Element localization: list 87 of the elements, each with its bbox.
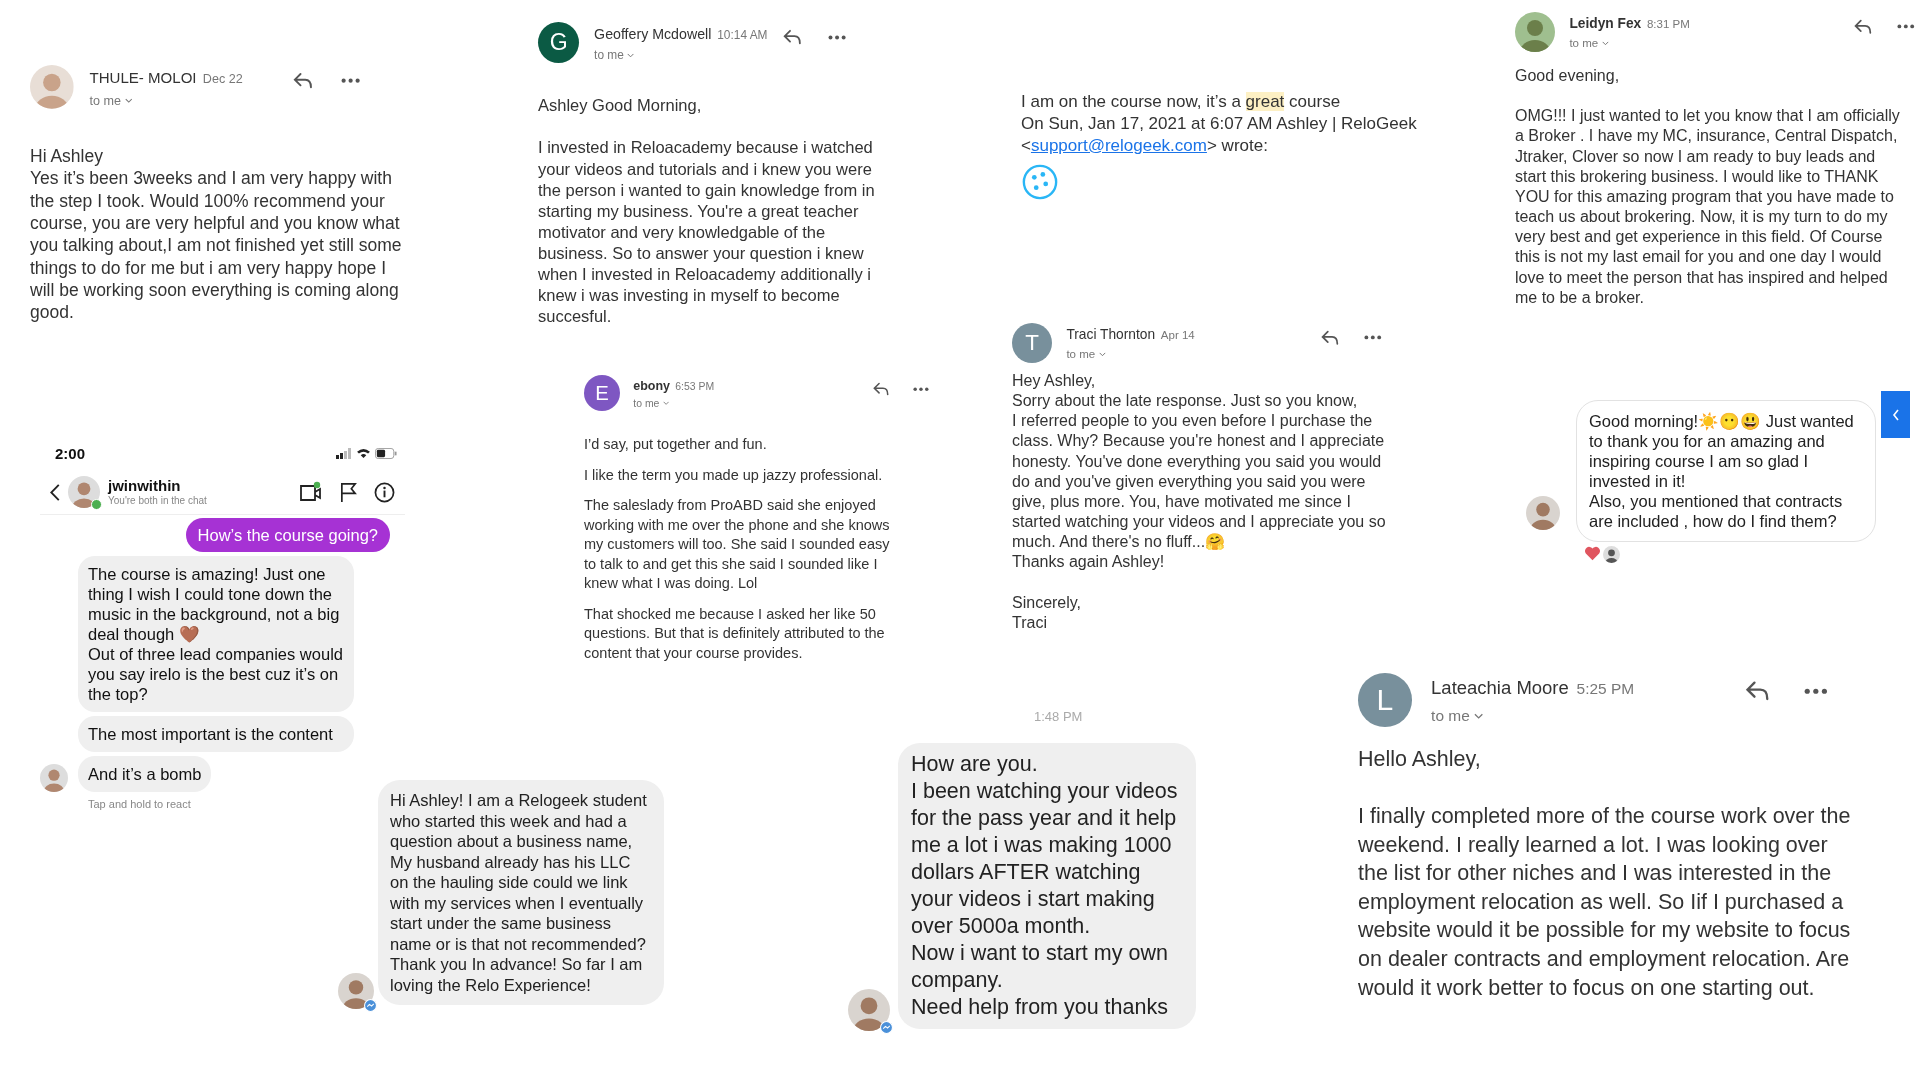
email-time: Apr 14: [1160, 329, 1195, 341]
caret-icon[interactable]: [1601, 40, 1609, 46]
reply-icon[interactable]: [782, 28, 804, 47]
sender-name: ebony: [633, 379, 670, 393]
reply-icon[interactable]: [1852, 18, 1874, 36]
message-bubble: Good morning!☀😶😃 Just wanted to thank you for an amazing and inspiring course I am so glad I invested in it! Also, you mentioned that contracts are included , how do I find them?: [1576, 400, 1876, 542]
email-text: I finally completed more of the course work over the weekend. I really learned a lot. I was looking over the list for other niches and I was interested in the employment relocation as well. So Iif I purchased a website would it be possible for my website to focus on dealer contracts and employment relocation. Are would it work better to focus on one starting out.: [1358, 802, 1852, 1002]
more-icon[interactable]: [1364, 335, 1382, 341]
caret-icon[interactable]: [662, 401, 669, 406]
recipient-label[interactable]: to me: [633, 397, 660, 409]
wifi-icon: [356, 447, 371, 459]
flag-icon[interactable]: [339, 481, 358, 503]
recipient-label[interactable]: to me: [594, 48, 624, 63]
email-text: OMG!!! I just wanted to let you know that I am officially a Broker . I have my MC, insurance, Central Dispatch, Jtraker, Clover so now I am ready to buy leads and start this brokering business. I would like to THANK YOU for this amazing program that you have made to teach us about brokering. Now, it is my turn to do my very best and get experience in this field. Of Course this is not my last email for you and one day I would love to meet the person that has inspired and helped me to be a broker.: [1515, 106, 1900, 308]
message-time: 1:48 PM: [1034, 712, 1084, 721]
email-text: The saleslady from ProABD said she enjoyed working with me over the phone and she knows my customers will too. She said I sounded easy to talk to and get this she said I sounded like I knew what I was doing. Lol: [584, 496, 891, 594]
message-bubble: How’s the course going?: [185, 518, 390, 552]
avatar: L: [1358, 673, 1412, 727]
avatar-icon: [338, 973, 374, 1009]
caret-icon[interactable]: [627, 52, 635, 58]
message-bubble: And it’s a bomb: [78, 756, 212, 792]
email-time: 5:25 PM: [1576, 680, 1635, 697]
email-text: Ashley Good Morning,: [538, 95, 703, 117]
email-text: Hey Ashley, Sorry about the late response. Just so you know, I referred people to you even before I purchase the class. Why? Because you're honest and I appreciate honesty. You've done everything you said you would do and you've given everything you said you were give, plus more. You, have motivated me since I started watching your videos and I appreciate you so much. And there's no fluff...🤗 Thanks again Ashley!: [1012, 371, 1387, 573]
email-text: Hi Ashley Yes it’s been 3weeks and I am very happy with the step I took. Would 100% recommend your course, you are very helpful and you know what you talking about,I am not finished yet still some things to do for me but i am very happy hope I will be working soon everything is coming along good.: [30, 144, 403, 324]
chevron-icon: [1891, 408, 1900, 421]
recipient-label[interactable]: to me: [1569, 37, 1599, 50]
sender-name: Traci Thornton: [1066, 327, 1156, 342]
email-text: I’d say, put together and fun.: [584, 435, 768, 455]
messenger-badge-icon: [880, 1021, 893, 1034]
contact-name[interactable]: jwinwithin: [108, 478, 291, 495]
messenger-badge-icon: [364, 999, 377, 1012]
email-text: Sincerely, Traci: [1012, 592, 1083, 633]
react-hint: Tap and hold to react: [88, 798, 191, 810]
sender-name: Lateachia Moore: [1431, 677, 1569, 698]
recipient-label[interactable]: to me: [1431, 706, 1470, 725]
avatar: G: [538, 22, 580, 64]
more-icon[interactable]: [1897, 24, 1915, 30]
video-call-icon[interactable]: [299, 481, 323, 503]
heart-icon: [1584, 546, 1601, 561]
dots-circle-icon[interactable]: [1021, 163, 1059, 201]
more-icon[interactable]: [340, 78, 360, 84]
avatar-icon: [40, 764, 68, 792]
caret-icon[interactable]: [124, 98, 133, 104]
email-text: That shocked me because I asked her like 50 questions. But that is definitely attributed to the content that your course provides.: [584, 604, 886, 663]
back-icon[interactable]: [50, 483, 60, 501]
email-time: 8:31 PM: [1646, 18, 1690, 30]
reply-icon[interactable]: [1319, 329, 1341, 347]
status-time: 2:00: [55, 444, 86, 462]
email-link[interactable]: support@relogeek.com: [1030, 136, 1207, 155]
sender-name: THULE- MOLOI: [89, 69, 197, 86]
avatar: E: [584, 375, 621, 412]
email-time: Dec 22: [202, 72, 243, 86]
message-bubble: How are you. I been watching your videos for the pass year and it help me a lot i was making 1000 dollars AFTER watching your videos i start making over 5000a month. Now i want to start my own company. Need help from you thanks: [898, 743, 1196, 1029]
avatar: T: [1012, 323, 1052, 363]
reply-icon[interactable]: [291, 71, 315, 91]
contact-status: You're both in the chat: [108, 494, 208, 506]
battery-icon: [375, 447, 397, 459]
avatar-icon: [30, 65, 74, 109]
quote-header: On Sun, Jan 17, 2021 at 6:07 AM Ashley | ReloGeek <support@relogeek.com> wrote:: [1021, 113, 1418, 157]
more-icon[interactable]: [913, 386, 929, 392]
signal-icon: [336, 447, 352, 459]
avatar-icon: [1603, 546, 1620, 563]
email-text: Hello Ashley,: [1358, 745, 1482, 773]
recipient-label[interactable]: to me: [89, 93, 121, 108]
more-icon[interactable]: [1804, 687, 1828, 695]
avatar-icon: [1515, 12, 1555, 52]
email-text: Good evening,: [1515, 66, 1621, 86]
email-time: 10:14 AM: [717, 28, 768, 42]
caret-icon[interactable]: [1474, 712, 1484, 720]
message-bubble: Hi Ashley! I am a Relogeek student who started this week and had a question about a business name, My husband already has his LLC on the hauling side could we link with my services when I eventually start under the same business name or is that not recommended? Thank you In advance! So far I am loving the Relo Experience!: [378, 780, 664, 1005]
reply-text: I am on the course now, it’s a great course: [1021, 91, 1342, 113]
recipient-label[interactable]: to me: [1066, 348, 1096, 361]
avatar-icon: [68, 476, 100, 508]
email-text: I invested in Reloacademy because i watched your videos and tutorials and i knew you were the person i wanted to gain knowledge from in starting my business. You're a great teacher motivator and very knowledgable of the business. So to answer your question i knew when I invested in Reloacademy additionally i knew i was investing in myself to become succesful.: [538, 137, 876, 328]
info-icon[interactable]: [374, 481, 395, 503]
side-panel-toggle[interactable]: [1881, 391, 1910, 438]
sender-name: Geoffery Mcdowell: [594, 26, 712, 42]
sender-name: Leidyn Fex: [1569, 16, 1642, 31]
caret-icon[interactable]: [1098, 351, 1106, 357]
avatar-icon: [1526, 496, 1560, 530]
message-bubble: The course is amazing! Just one thing I wish I could tone down the music in the background, not a big deal though 🤎 Out of three lead companies would you say irelo is the best cuz it’s on the top?: [78, 556, 354, 712]
email-time: 6:53 PM: [675, 381, 715, 392]
message-bubble: The most important is the content: [78, 716, 354, 752]
avatar-icon: [848, 989, 890, 1031]
email-text: I like the term you made up jazzy professional.: [584, 465, 884, 485]
more-icon[interactable]: [828, 34, 847, 40]
